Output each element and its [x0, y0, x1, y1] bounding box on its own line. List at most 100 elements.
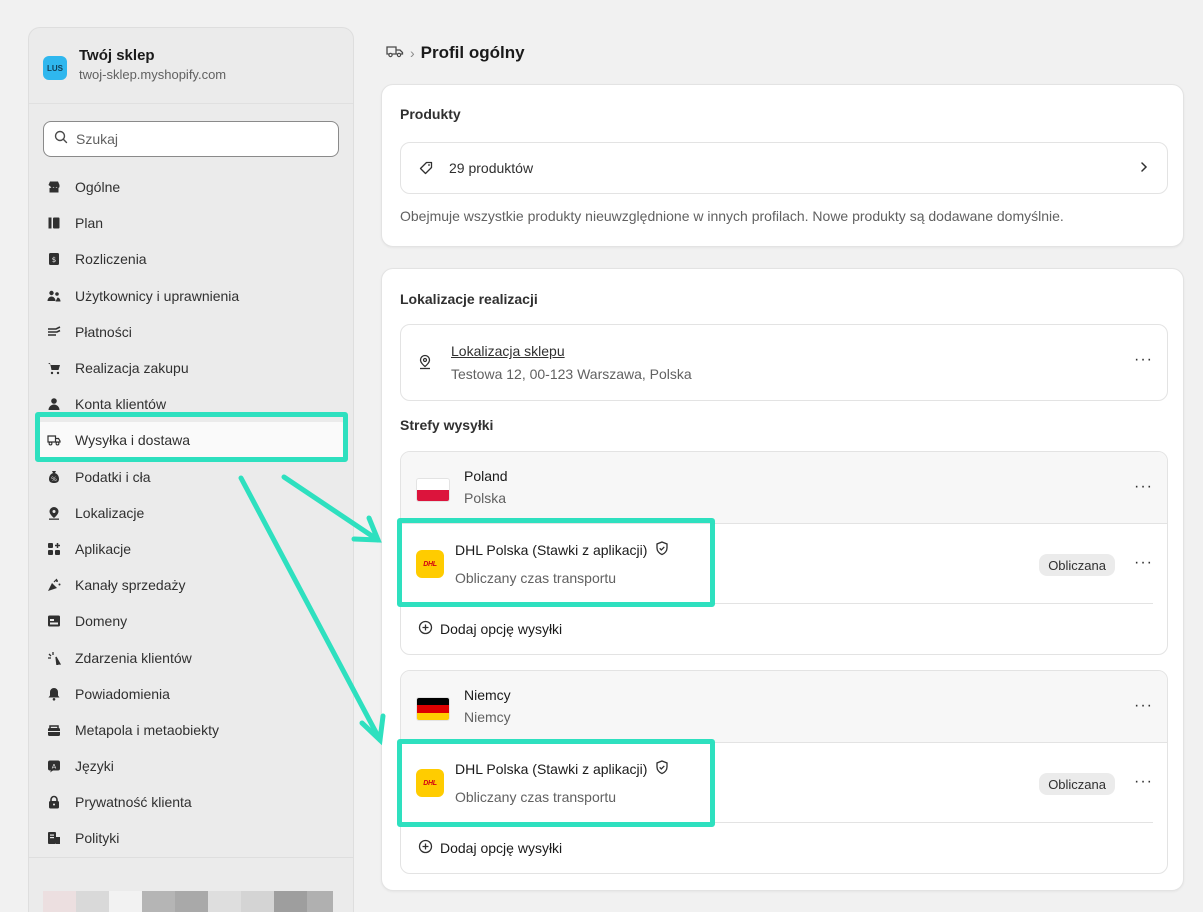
metafields-icon — [47, 723, 61, 737]
sidebar-item-metafields[interactable]: Metapola i metaobiekty — [35, 712, 347, 748]
chevron-right-icon — [1139, 160, 1149, 179]
location-more-button[interactable]: ··· — [1134, 351, 1153, 369]
shipping-zone-poland: Poland Polska ··· DHL DHL Polska (Stawki… — [400, 451, 1168, 655]
products-row[interactable]: 29 produktów — [400, 142, 1168, 194]
rate-name-text: DHL Polska (Stawki z aplikacji) — [455, 542, 648, 558]
search-input[interactable] — [76, 131, 328, 147]
page-title: Profil ogólny — [420, 43, 525, 62]
sidebar-item-policies[interactable]: Polityki — [35, 820, 347, 856]
store-url: twoj-sklep.myshopify.com — [79, 67, 227, 82]
blurred-image — [43, 891, 333, 912]
add-shipping-option-label: Dodaj opcję wysyłki — [440, 840, 563, 856]
sidebar-item-label: Języki — [75, 758, 114, 775]
sidebar-item-label: Wysyłka i dostawa — [75, 432, 191, 449]
fulfillment-title: Lokalizacje realizacji — [400, 291, 538, 307]
sidebar-item-tax[interactable]: % Podatki i cła — [35, 459, 347, 495]
sidebar-item-person[interactable]: Konta klientów — [35, 386, 347, 422]
sidebar-item-apps[interactable]: Aplikacje — [35, 531, 347, 567]
sidebar-item-label: Kanały sprzedaży — [75, 577, 186, 594]
lock-icon — [47, 795, 61, 809]
domains-icon — [47, 614, 61, 628]
sidebar-item-label: Ogólne — [75, 179, 121, 196]
sidebar-item-label: Zdarzenia klientów — [75, 649, 192, 666]
zone-name: Niemcy — [464, 687, 511, 703]
rate-type-badge: Obliczana — [1039, 554, 1115, 576]
sidebar-item-channels[interactable]: Kanały sprzedaży — [35, 567, 347, 603]
arrow-head-poland — [351, 515, 382, 543]
location-address: Testowa 12, 00-123 Warszawa, Polska — [451, 366, 692, 382]
search-box[interactable] — [43, 121, 339, 157]
sidebar-item-cart[interactable]: Realizacja zakupu — [35, 350, 347, 386]
shipping-zones-title: Strefy wysyłki — [400, 417, 494, 433]
rate-subtitle: Obliczany czas transportu — [455, 570, 617, 586]
rate-name: DHL Polska (Stawki z aplikacji) — [455, 760, 669, 778]
settings-sidebar: LUS Twój sklep twoj-sklep.myshopify.com … — [28, 27, 354, 912]
sidebar-item-bell[interactable]: Powiadomienia — [35, 676, 347, 712]
location-pin-icon — [418, 354, 432, 375]
sidebar-item-truck[interactable]: Wysyłka i dostawa — [35, 422, 347, 459]
sidebar-item-label: Prywatność klienta — [75, 794, 192, 811]
svg-text:$: $ — [52, 256, 56, 264]
zone-more-button[interactable]: ··· — [1134, 697, 1153, 715]
sidebar-item-payments[interactable]: Płatności — [35, 314, 347, 350]
add-shipping-option-button[interactable]: Dodaj opcję wysyłki — [401, 823, 1167, 873]
sidebar-item-label: Plan — [75, 215, 104, 232]
add-shipping-option-button[interactable]: Dodaj opcję wysyłki — [401, 604, 1167, 654]
sidebar-item-events[interactable]: Zdarzenia klientów — [35, 639, 347, 675]
sidebar-item-label: Rozliczenia — [75, 251, 147, 268]
channels-icon — [47, 578, 61, 592]
zone-more-button[interactable]: ··· — [1134, 478, 1153, 496]
sidebar-item-plan[interactable]: Plan — [35, 205, 347, 241]
shipping-zone-germany: Niemcy Niemcy ··· DHL DHL Polska (Stawki… — [400, 670, 1168, 874]
languages-icon: A — [47, 759, 61, 773]
shipping-rate-row: DHL DHL Polska (Stawki z aplikacji) Obli… — [401, 524, 1153, 604]
zone-header: Niemcy Niemcy ··· — [401, 671, 1167, 743]
store-avatar: LUS — [43, 56, 67, 80]
rate-subtitle: Obliczany czas transportu — [455, 789, 617, 805]
sidebar-item-label: Realizacja zakupu — [75, 360, 189, 377]
sidebar-item-lock[interactable]: Prywatność klienta — [35, 784, 347, 820]
location-name-link[interactable]: Lokalizacja sklepu — [451, 343, 565, 359]
poland-flag-icon — [416, 478, 450, 502]
tax-icon: % — [47, 470, 61, 484]
verified-shield-icon — [655, 760, 669, 778]
person-icon — [47, 397, 61, 411]
sidebar-item-users[interactable]: Użytkownicy i uprawnienia — [35, 278, 347, 314]
zone-name: Poland — [464, 468, 508, 484]
sidebar-item-label: Użytkownicy i uprawnienia — [75, 287, 240, 304]
breadcrumb-separator: › — [410, 45, 415, 61]
sidebar-item-languages[interactable]: A Języki — [35, 748, 347, 784]
products-description: Obejmuje wszystkie produkty nieuwzględni… — [400, 208, 1064, 224]
sidebar-item-store[interactable]: Ogólne — [35, 169, 347, 205]
users-icon — [47, 289, 61, 303]
store-icon — [47, 180, 61, 194]
apps-icon — [47, 542, 61, 556]
products-count: 29 produktów — [449, 160, 534, 176]
store-header[interactable]: LUS Twój sklep twoj-sklep.myshopify.com — [29, 28, 353, 104]
policies-icon — [47, 831, 61, 845]
germany-flag-icon — [416, 697, 450, 721]
sidebar-item-domains[interactable]: Domeny — [35, 603, 347, 639]
rate-type-badge: Obliczana — [1039, 773, 1115, 795]
zone-subtitle: Niemcy — [464, 709, 511, 725]
truck-icon — [47, 433, 61, 447]
zone-subtitle: Polska — [464, 490, 507, 506]
sidebar-item-billing[interactable]: $ Rozliczenia — [35, 241, 347, 277]
sidebar-item-label: Płatności — [75, 323, 132, 340]
location-icon — [47, 506, 61, 520]
payments-icon — [47, 325, 61, 339]
sidebar-item-label: Domeny — [75, 613, 128, 630]
breadcrumb: › Profil ogólny — [386, 43, 525, 63]
sidebar-item-label: Lokalizacje — [75, 504, 145, 521]
events-icon — [47, 651, 61, 665]
plus-circle-icon — [418, 620, 433, 638]
settings-nav: Ogólne Plan $ Rozliczenia Użytkownicy i upra… — [29, 169, 353, 857]
bell-icon — [47, 687, 61, 701]
sidebar-item-location[interactable]: Lokalizacje — [35, 495, 347, 531]
sidebar-item-label: Powiadomienia — [75, 685, 170, 702]
rate-name: DHL Polska (Stawki z aplikacji) — [455, 541, 669, 559]
rate-more-button[interactable]: ··· — [1134, 554, 1153, 572]
truck-icon[interactable] — [386, 44, 404, 63]
dhl-logo-icon: DHL — [416, 550, 444, 578]
rate-more-button[interactable]: ··· — [1134, 773, 1153, 791]
